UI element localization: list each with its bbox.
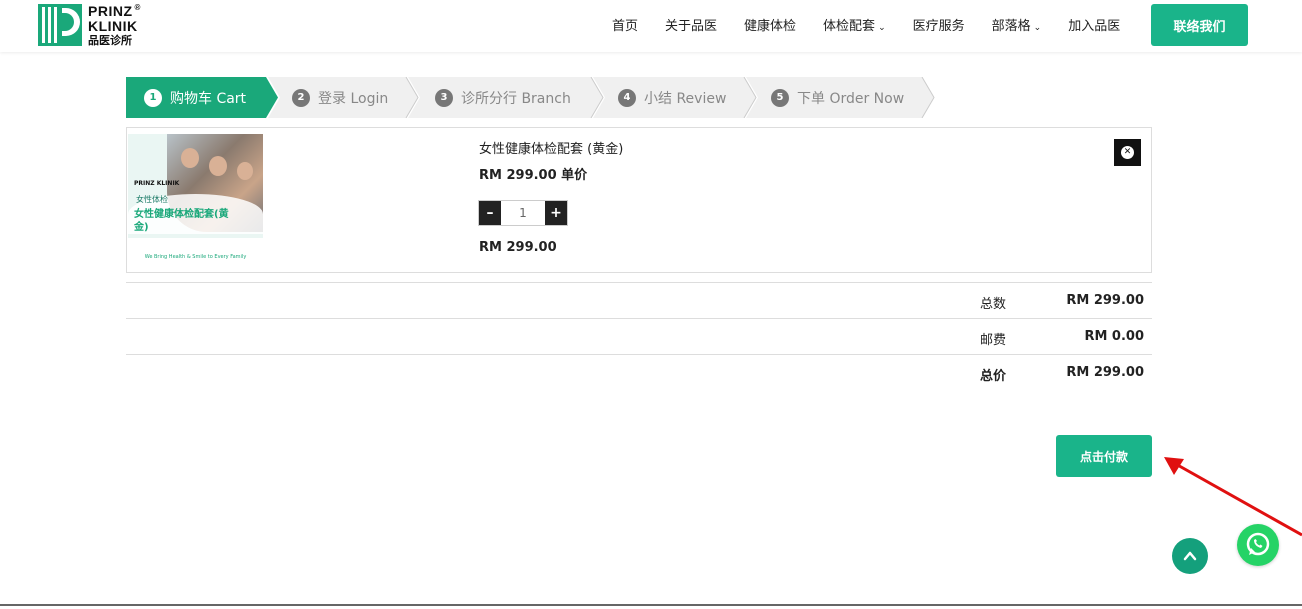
logo-mark-icon: [38, 4, 82, 46]
step-number: 5: [771, 88, 789, 107]
chevron-down-icon: ⌄: [1033, 22, 1042, 33]
nav-label: 关于品医: [665, 18, 718, 34]
logo-line1: PRINZ: [88, 3, 133, 19]
whatsapp-icon: [1246, 532, 1270, 556]
quantity-input[interactable]: [501, 201, 545, 225]
step-label: 下单 Order Now: [797, 90, 905, 107]
product-image-title: 女性健康体检配套(黄金): [134, 209, 229, 233]
bottom-divider: [0, 604, 1302, 606]
step-number: 3: [435, 88, 453, 107]
line-total: RM 299.00: [479, 240, 557, 255]
whatsapp-button[interactable]: [1237, 524, 1279, 566]
chevron-down-icon: ⌄: [878, 22, 886, 33]
logo-text: PRINZ ® KLINIK 品医诊所: [88, 4, 141, 46]
nav-label: 健康体检: [744, 18, 797, 34]
pay-button[interactable]: 点击付款: [1056, 435, 1152, 477]
nav-item-blog[interactable]: 部落格 ⌄: [992, 15, 1042, 34]
step-number: 4: [618, 88, 636, 107]
nav-item-medical-services[interactable]: 医疗服务: [913, 15, 965, 34]
unit-price: RM 299.00 单价: [479, 168, 588, 183]
main-nav: 首页 关于品医 健康体检 体检配套 ⌄ 医疗服务 部落格 ⌄ 加入品医: [612, 0, 1147, 48]
contact-us-button[interactable]: 联络我们: [1151, 4, 1248, 46]
nav-label: 加入品医: [1068, 18, 1121, 34]
product-image-brand: PRINZ KLINIK: [134, 180, 180, 187]
nav-item-health-check[interactable]: 健康体检: [744, 15, 796, 34]
step-label: 购物车 Cart: [170, 90, 247, 107]
shipping-value: RM 0.00: [1084, 329, 1144, 344]
logo[interactable]: PRINZ ® KLINIK 品医诊所: [38, 3, 141, 47]
subtotal-row: 总数 RM 299.00: [126, 282, 1152, 318]
nav-label: 部落格: [991, 18, 1031, 34]
grand-total-row: 总价 RM 299.00: [126, 354, 1152, 390]
product-image-subtitle: 女性体检: [136, 195, 168, 204]
nav-item-home[interactable]: 首页: [612, 15, 638, 34]
nav-label: 医疗服务: [912, 18, 965, 34]
nav-label: 体检配套: [823, 18, 876, 34]
shipping-label: 邮费: [980, 333, 1007, 348]
registered-mark: ®: [134, 3, 141, 13]
nav-item-about[interactable]: 关于品医: [665, 15, 717, 34]
subtotal-label: 总数: [980, 297, 1007, 312]
step-label: 诊所分行 Branch: [461, 90, 571, 107]
product-name[interactable]: 女性健康体检配套 (黄金): [479, 138, 623, 157]
subtotal-value: RM 299.00: [1066, 293, 1144, 308]
cart-item: PRINZ KLINIK 女性体检 女性健康体检配套(黄金) We Bring …: [126, 127, 1152, 273]
step-number: 2: [292, 88, 310, 107]
nav-label: 首页: [612, 18, 639, 34]
annotation-arrow-icon: [1164, 457, 1302, 537]
step-label: 登录 Login: [318, 90, 389, 107]
shipping-row: 邮费 RM 0.00: [126, 318, 1152, 354]
increase-quantity-button[interactable]: +: [545, 201, 567, 225]
grand-total-label: 总价: [980, 369, 1007, 384]
remove-item-button[interactable]: ✕: [1114, 139, 1141, 166]
grand-total-value: RM 299.00: [1066, 365, 1144, 380]
chevron-up-icon: [1183, 551, 1197, 561]
site-header: PRINZ ® KLINIK 品医诊所 首页 关于品医 健康体检 体检配套 ⌄ 医疗…: [0, 0, 1302, 52]
nav-item-packages[interactable]: 体检配套 ⌄: [823, 15, 886, 34]
checkout-steps: 1 购物车 Cart 2 登录 Login 3 诊所分行 Branch 4 小结…: [126, 77, 936, 118]
step-number: 1: [144, 88, 162, 107]
scroll-to-top-button[interactable]: [1172, 538, 1208, 574]
step-branch[interactable]: 3 诊所分行 Branch: [435, 77, 571, 118]
step-order-now[interactable]: 5 下单 Order Now: [771, 77, 904, 118]
order-totals: 总数 RM 299.00 邮费 RM 0.00 总价 RM 299.00: [126, 282, 1152, 390]
logo-line2: KLINIK: [88, 18, 138, 34]
step-label: 小结 Review: [644, 90, 727, 107]
step-review[interactable]: 4 小结 Review: [618, 77, 726, 118]
step-login[interactable]: 2 登录 Login: [292, 77, 388, 118]
close-icon: ✕: [1121, 146, 1134, 159]
decrease-quantity-button[interactable]: –: [479, 201, 501, 225]
logo-line3: 品医诊所: [88, 34, 132, 47]
product-image[interactable]: PRINZ KLINIK 女性体检 女性健康体检配套(黄金) We Bring …: [128, 134, 263, 268]
quantity-stepper: – +: [478, 200, 568, 226]
step-cart[interactable]: 1 购物车 Cart: [144, 77, 246, 118]
nav-item-join[interactable]: 加入品医: [1068, 15, 1120, 34]
product-image-tagline: We Bring Health & Smile to Every Family: [128, 238, 263, 268]
